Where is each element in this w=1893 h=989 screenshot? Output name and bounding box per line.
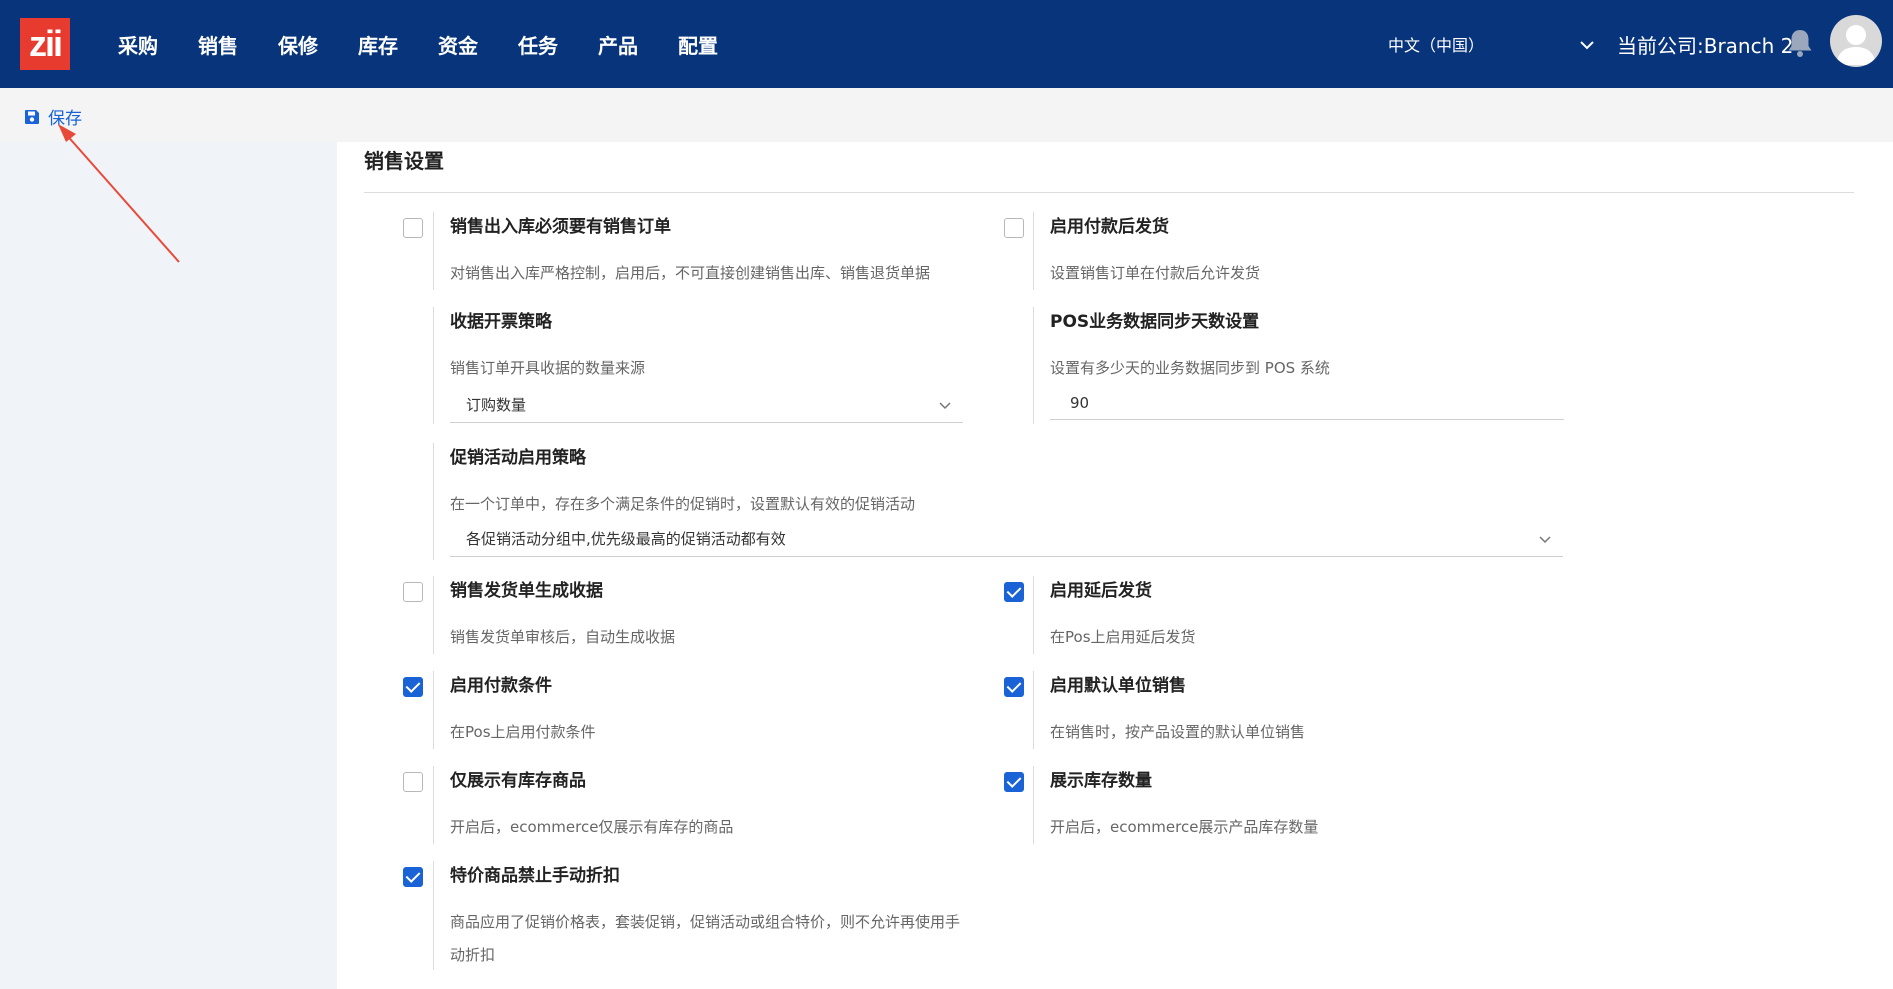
receipt-strategy-select[interactable]: 订购数量 [450, 387, 963, 423]
nav-item-funds[interactable]: 资金 [438, 30, 478, 59]
bell-icon[interactable] [1785, 27, 1815, 59]
setting-default-unit: 启用默认单位销售 在销售时，按产品设置的默认单位销售 [1033, 671, 1573, 749]
setting-label: 销售出入库必须要有销售订单 [450, 217, 671, 237]
section-title: 销售设置 [364, 149, 444, 173]
checkbox-delivery-receipt[interactable] [403, 582, 423, 602]
nav-item-inventory[interactable]: 库存 [358, 30, 398, 59]
setting-label: 销售发货单生成收据 [450, 581, 603, 601]
chevron-down-icon [1539, 536, 1551, 544]
setting-delayed-delivery: 启用延后发货 在Pos上启用延后发货 [1033, 576, 1573, 654]
chevron-down-icon [939, 402, 951, 410]
chevron-down-icon[interactable] [1578, 36, 1596, 54]
setting-show-stock-qty: 展示库存数量 开启后，ecommerce展示产品库存数量 [1033, 766, 1573, 844]
select-value: 各促销活动分组中,优先级最高的促销活动都有效 [466, 530, 786, 548]
user-icon [1836, 25, 1876, 65]
checkbox-payment-terms[interactable] [403, 677, 423, 697]
setting-label: 仅展示有库存商品 [450, 771, 586, 791]
setting-label: POS业务数据同步天数设置 [1050, 312, 1260, 332]
setting-description: 在Pos上启用付款条件 [450, 723, 596, 741]
setting-label: 启用延后发货 [1050, 581, 1152, 601]
checkbox-require-order[interactable] [403, 218, 423, 238]
select-value: 订购数量 [466, 396, 527, 414]
setting-payment-terms: 启用付款条件 在Pos上启用付款条件 [433, 671, 973, 749]
setting-description: 设置销售订单在付款后允许发货 [1050, 264, 1261, 282]
nav-item-warranty[interactable]: 保修 [278, 30, 318, 59]
top-navigation-bar: zii 采购 销售 保修 库存 资金 任务 产品 配置 中文（中国） 当前公司:… [0, 0, 1893, 88]
setting-label: 收据开票策略 [450, 312, 552, 332]
setting-ship-after-pay: 启用付款后发货 设置销售订单在付款后允许发货 [1033, 212, 1573, 290]
nav-item-products[interactable]: 产品 [598, 30, 638, 59]
checkbox-ship-after-pay[interactable] [1004, 218, 1024, 238]
zii-logo[interactable]: zii [20, 18, 70, 70]
checkbox-show-stock-qty[interactable] [1004, 772, 1024, 792]
setting-no-manual-discount: 特价商品禁止手动折扣 商品应用了促销价格表，套装促销，促销活动或组合特价，则不允… [433, 861, 973, 970]
setting-label: 启用付款条件 [450, 676, 552, 696]
pos-sync-days-input[interactable] [1050, 386, 1564, 420]
current-company[interactable]: 当前公司:Branch 2 [1617, 0, 1793, 88]
setting-label: 特价商品禁止手动折扣 [450, 866, 620, 886]
user-avatar[interactable] [1830, 15, 1882, 67]
main-nav: 采购 销售 保修 库存 资金 任务 产品 配置 [98, 0, 738, 88]
action-toolbar [0, 88, 1893, 142]
setting-description: 对销售出入库严格控制，启用后，不可直接创建销售出库、销售退货单据 [450, 264, 931, 282]
nav-item-tasks[interactable]: 任务 [518, 30, 558, 59]
floppy-disk-icon [25, 109, 39, 124]
setting-description: 设置有多少天的业务数据同步到 POS 系统 [1050, 359, 1330, 377]
save-button[interactable]: 保存 [24, 104, 82, 129]
nav-item-config[interactable]: 配置 [678, 30, 718, 59]
setting-description: 开启后，ecommerce展示产品库存数量 [1050, 818, 1319, 836]
setting-description: 销售发货单审核后，自动生成收据 [450, 628, 676, 646]
setting-label: 启用付款后发货 [1050, 217, 1169, 237]
setting-description: 在Pos上启用延后发货 [1050, 628, 1196, 646]
setting-description: 在一个订单中，存在多个满足条件的促销时，设置默认有效的促销活动 [450, 495, 916, 513]
setting-label: 促销活动启用策略 [450, 448, 586, 468]
checkbox-in-stock-only[interactable] [403, 772, 423, 792]
promo-strategy-select[interactable]: 各促销活动分组中,优先级最高的促销活动都有效 [450, 521, 1563, 557]
setting-label: 启用默认单位销售 [1050, 676, 1186, 696]
language-selector[interactable]: 中文（中国） [1388, 0, 1484, 88]
setting-delivery-receipt: 销售发货单生成收据 销售发货单审核后，自动生成收据 [433, 576, 973, 654]
checkbox-no-manual-discount[interactable] [403, 867, 423, 887]
title-divider [364, 192, 1854, 193]
checkbox-delayed-delivery[interactable] [1004, 582, 1024, 602]
nav-item-sales[interactable]: 销售 [198, 30, 238, 59]
nav-item-purchase[interactable]: 采购 [118, 30, 158, 59]
setting-description: 销售订单开具收据的数量来源 [450, 359, 646, 377]
setting-require-order: 销售出入库必须要有销售订单 对销售出入库严格控制，启用后，不可直接创建销售出库、… [433, 212, 973, 290]
setting-label: 展示库存数量 [1050, 771, 1152, 791]
setting-description: 在销售时，按产品设置的默认单位销售 [1050, 723, 1306, 741]
setting-description: 商品应用了促销价格表，套装促销，促销活动或组合特价，则不允许再使用手动折扣 [450, 913, 961, 964]
checkbox-default-unit[interactable] [1004, 677, 1024, 697]
save-label: 保存 [48, 109, 82, 129]
setting-description: 开启后，ecommerce仅展示有库存的商品 [450, 818, 734, 836]
setting-in-stock-only: 仅展示有库存商品 开启后，ecommerce仅展示有库存的商品 [433, 766, 973, 844]
